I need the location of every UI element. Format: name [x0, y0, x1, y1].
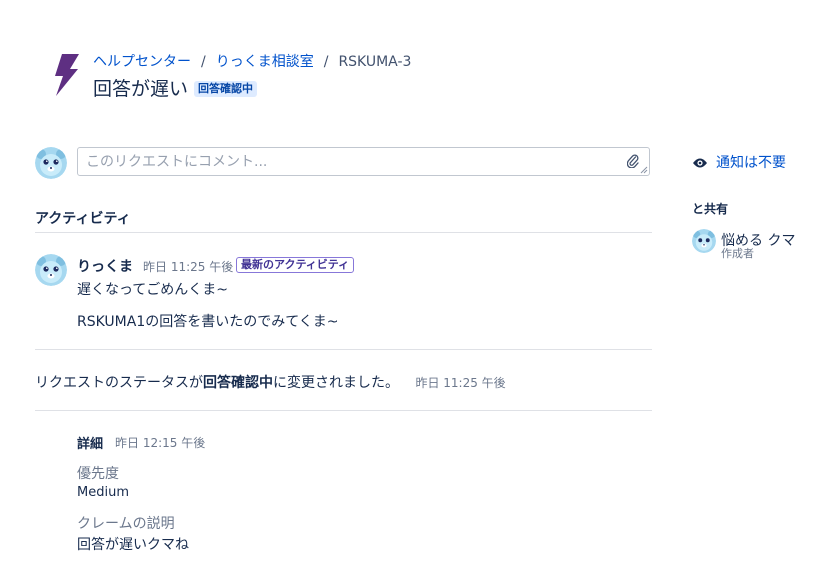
lightning-bolt-logo-icon: [55, 54, 79, 96]
status-change-value: 回答確認中: [203, 375, 273, 391]
resize-handle-icon[interactable]: [640, 166, 648, 174]
current-user-avatar: [35, 147, 67, 179]
field-label-description: クレームの説明: [77, 516, 175, 532]
field-value-description: 回答が遅いクマね: [77, 537, 189, 553]
page-title: 回答が遅い: [93, 78, 189, 100]
notification-toggle[interactable]: 通知は不要: [692, 152, 786, 172]
field-label-priority: 優先度: [77, 466, 119, 482]
bear-avatar-icon: [35, 147, 67, 179]
breadcrumb-separator: /: [323, 54, 329, 70]
status-change-prefix: リクエストのステータスが: [35, 375, 203, 391]
shared-user-role: 作成者: [721, 247, 754, 260]
comment-author-avatar: [35, 254, 67, 286]
shared-user-avatar: [692, 229, 716, 253]
breadcrumb-help-center[interactable]: ヘルプセンター: [93, 54, 191, 70]
comment-line: 遅くなってごめんくま~: [77, 282, 229, 298]
breadcrumb-request-key[interactable]: RSKUMA-3: [338, 54, 411, 70]
bear-avatar-icon: [692, 229, 716, 253]
breadcrumb-service-desk[interactable]: りっくま相談室: [216, 54, 314, 70]
activity-heading: アクティビティ: [35, 211, 131, 227]
shared-with-heading: と共有: [692, 202, 729, 216]
status-change-timestamp: 昨日 11:25 午後: [415, 376, 506, 390]
breadcrumb-separator: /: [201, 54, 206, 70]
status-change-entry: リクエストのステータスが回答確認中に変更されました。 昨日 11:25 午後: [35, 372, 506, 392]
notification-label[interactable]: 通知は不要: [716, 155, 786, 171]
field-value-priority: Medium: [77, 485, 129, 500]
eye-icon: [693, 158, 707, 168]
divider: [35, 349, 652, 350]
divider: [35, 410, 652, 411]
comment-timestamp: 昨日 11:25 午後: [143, 260, 234, 274]
paperclip-icon[interactable]: [627, 154, 639, 168]
details-timestamp: 昨日 12:15 午後: [115, 436, 206, 450]
comment-input-box[interactable]: [77, 147, 650, 176]
comment-input[interactable]: [84, 153, 618, 171]
comment-author: りっくま: [77, 259, 133, 275]
breadcrumb: ヘルプセンター / りっくま相談室 / RSKUMA-3: [93, 51, 411, 71]
latest-activity-badge: 最新のアクティビティ: [236, 257, 355, 273]
details-heading: 詳細: [77, 437, 104, 452]
bear-avatar-icon: [35, 254, 67, 286]
status-badge: 回答確認中: [194, 81, 258, 97]
status-change-suffix: に変更されました。: [273, 375, 399, 391]
page-title-row: 回答が遅い 回答確認中: [93, 74, 258, 101]
comment-line: RSKUMA1の回答を書いたのでみてくま~: [77, 314, 339, 330]
divider: [35, 232, 652, 233]
